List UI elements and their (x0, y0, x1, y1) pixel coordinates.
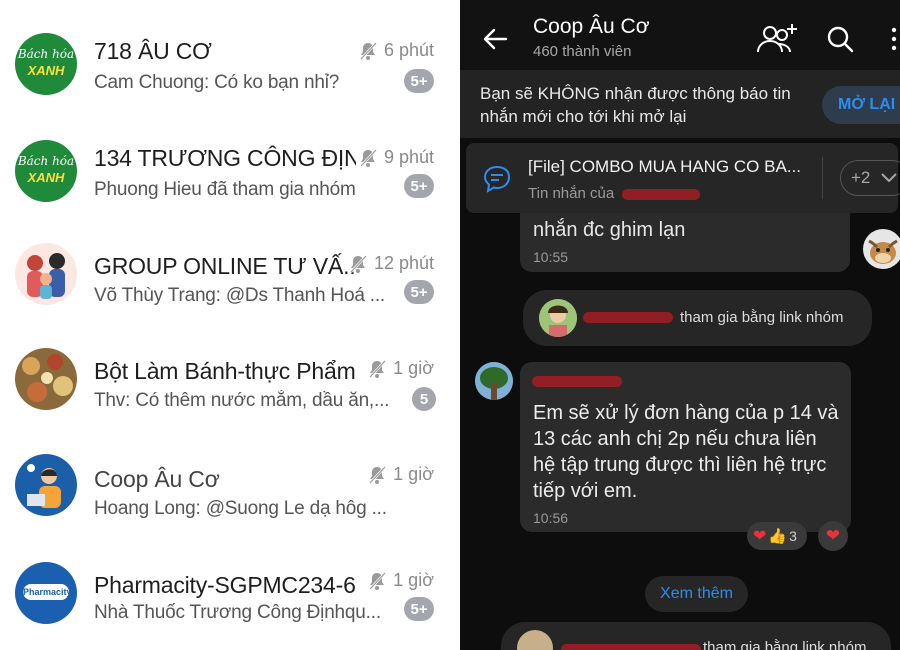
pinned-title: [File] COMBO MUA HANG CO BA... (528, 157, 801, 176)
pinned-divider (822, 157, 823, 199)
reaction-count: 3 (789, 528, 797, 544)
mute-notice-text: Bạn sẽ KHÔNG nhận được thông báo tin nhắ… (480, 84, 791, 126)
chat-preview: Hoang Long: @Suong Le dạ hôg ... (94, 498, 387, 519)
chat-title: Coop Âu Cơ (94, 466, 220, 492)
message-text: Em sẽ xử lý đơn hàng của p 14 và 13 các … (533, 402, 839, 502)
chat-time: 1 giờ (367, 464, 434, 485)
chat-list: Bách hóa XANH 718 ÂU CƠ Cam Chuong: Có k… (0, 0, 460, 650)
thumbs-up-icon: 👍 (768, 528, 788, 545)
message-text: nhắn đc ghim lạn (533, 219, 686, 241)
chat-list-item[interactable]: Coop Âu Cơ Hoang Long: @Suong Le dạ hôg … (0, 434, 460, 540)
heart-icon: ❤ (753, 528, 767, 545)
mute-notice-bar: Bạn sẽ KHÔNG nhận được thông báo tin nhắ… (460, 70, 900, 138)
unread-badge: 5+ (404, 69, 434, 93)
chat-title[interactable]: Coop Âu Cơ (533, 15, 650, 39)
chat-list-item[interactable]: Bách hóa XANH 718 ÂU CƠ Cam Chuong: Có k… (0, 10, 460, 116)
chat-view: Coop Âu Cơ 460 thành viên Bạn sẽ KHÔNG n… (460, 0, 900, 650)
chat-preview: Võ Thùy Trang: @Ds Thanh Hoá ... (94, 285, 386, 306)
chat-list-item[interactable]: Bột Làm Bánh-thực Phẩm... Thv: Có thêm n… (0, 328, 460, 434)
chat-title: 718 ÂU CƠ (94, 38, 212, 64)
chat-title: 134 TRƯƠNG CÔNG ĐỊN... (94, 145, 356, 171)
message-time: 10:56 (533, 510, 569, 526)
pharmacity-avatar: Pharmacity (15, 562, 77, 624)
bell-muted-icon (369, 359, 387, 378)
chat-preview: Thv: Có thêm nước mắm, dầu ăn,... (94, 390, 390, 411)
buffalo-sticker-avatar[interactable] (863, 229, 900, 269)
bach-hoa-xanh-avatar: Bách hóa XANH (15, 140, 77, 202)
heart-icon: ❤ (825, 526, 841, 545)
chat-title: Pharmacity-SGPMC234-6... (94, 572, 356, 598)
person-laptop-avatar (15, 454, 77, 516)
bell-muted-icon (350, 254, 367, 273)
chat-time: 12 phút (348, 253, 434, 274)
add-member-icon[interactable] (756, 22, 800, 56)
bell-muted-icon (360, 148, 377, 167)
message-time: 10:55 (533, 249, 569, 265)
unread-badge: 5+ (404, 280, 434, 304)
chat-list-item[interactable]: Bách hóa XANH 134 TRƯƠNG CÔNG ĐỊN... Phu… (0, 117, 460, 223)
see-more-button[interactable]: Xem thêm (645, 576, 748, 612)
chat-title: GROUP ONLINE TƯ VẤ... (94, 253, 356, 279)
chat-time: 6 phút (358, 40, 434, 61)
chat-preview: Nhà Thuốc Trương Công Địnhqu... (94, 602, 381, 623)
unread-badge: 5 (412, 387, 436, 411)
more-menu-icon[interactable] (890, 27, 898, 51)
chat-time: 1 giờ (367, 570, 434, 591)
reaction-summary[interactable]: ❤ 👍 3 (747, 522, 807, 550)
redacted-sender-name (532, 376, 622, 387)
system-join-notice: tham gia bằng link nhóm (501, 622, 891, 650)
avatar (517, 630, 553, 650)
avatar (539, 299, 577, 337)
pinned-message-bar[interactable]: [File] COMBO MUA HANG CO BA... Tin nhắn … (466, 143, 900, 213)
chat-preview: Cam Chuong: Có ko bạn nhỉ? (94, 72, 340, 93)
pinned-subtitle: Tin nhắn của (528, 185, 701, 202)
bell-muted-icon (369, 571, 387, 590)
chat-bubble-icon (483, 165, 511, 193)
chat-preview: Phuong Hieu đã tham gia nhóm (94, 179, 356, 200)
react-heart-button[interactable]: ❤ (818, 521, 848, 551)
unmute-button[interactable]: MỞ LẠI (822, 86, 900, 124)
redacted-name (561, 644, 701, 650)
back-arrow-icon[interactable] (482, 27, 508, 51)
member-count: 460 thành viên (533, 43, 632, 60)
unread-badge: 5+ (404, 174, 434, 198)
search-icon[interactable] (826, 25, 854, 53)
chat-time: 1 giờ (367, 358, 434, 379)
chat-list-item[interactable]: GROUP ONLINE TƯ VẤ... Võ Thùy Trang: @Ds… (0, 223, 460, 329)
chevron-down-icon (881, 173, 897, 183)
chat-title: Bột Làm Bánh-thực Phẩm... (94, 358, 356, 384)
system-join-notice: tham gia bằng link nhóm (523, 290, 872, 346)
unread-badge: 5+ (404, 597, 434, 621)
bach-hoa-xanh-avatar: Bách hóa XANH (15, 33, 77, 95)
family-group-avatar (15, 243, 77, 305)
message-bubble[interactable]: Em sẽ xử lý đơn hàng của p 14 và 13 các … (520, 362, 851, 532)
chat-time: 9 phút (358, 147, 434, 168)
food-photo-avatar (15, 348, 77, 410)
pinned-more-button[interactable]: +2 (840, 160, 900, 196)
bell-muted-icon (360, 41, 377, 60)
redacted-name (622, 188, 701, 200)
redacted-name (583, 312, 673, 323)
chat-header: Coop Âu Cơ 460 thành viên (460, 0, 900, 70)
avatar[interactable] (475, 362, 513, 400)
bell-muted-icon (369, 465, 387, 484)
chat-list-item[interactable]: Pharmacity Pharmacity-SGPMC234-6... Nhà … (0, 540, 460, 646)
